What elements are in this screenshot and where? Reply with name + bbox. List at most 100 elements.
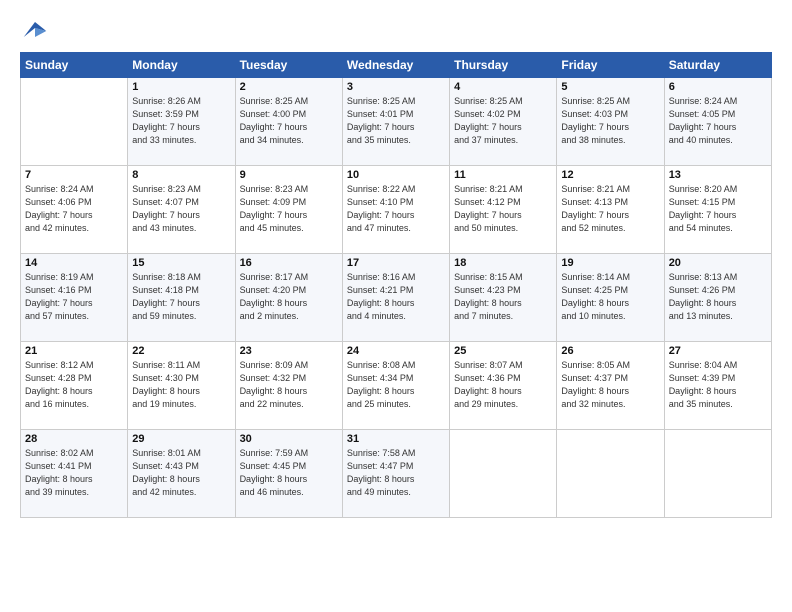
- day-number: 10: [347, 169, 445, 181]
- day-info: Sunrise: 7:58 AMSunset: 4:47 PMDaylight:…: [347, 447, 445, 499]
- day-info: Sunrise: 8:18 AMSunset: 4:18 PMDaylight:…: [132, 271, 230, 323]
- day-info: Sunrise: 8:19 AMSunset: 4:16 PMDaylight:…: [25, 271, 123, 323]
- calendar-cell: 12 Sunrise: 8:21 AMSunset: 4:13 PMDayligh…: [557, 166, 664, 254]
- calendar-cell: 17 Sunrise: 8:16 AMSunset: 4:21 PMDayligh…: [342, 254, 449, 342]
- calendar-cell: 8Sunrise: 8:23 AMSunset: 4:07 PMDaylight…: [128, 166, 235, 254]
- calendar-cell: 5 Sunrise: 8:25 AMSunset: 4:03 PMDaylight…: [557, 78, 664, 166]
- calendar-cell: 14 Sunrise: 8:19 AMSunset: 4:16 PMDayligh…: [21, 254, 128, 342]
- day-info: Sunrise: 8:01 AMSunset: 4:43 PMDaylight:…: [132, 447, 230, 499]
- day-number: 4: [454, 81, 552, 93]
- day-info: Sunrise: 8:20 AMSunset: 4:15 PMDaylight:…: [669, 183, 767, 235]
- day-number: 20: [669, 257, 767, 269]
- calendar-cell: 15 Sunrise: 8:18 AMSunset: 4:18 PMDayligh…: [128, 254, 235, 342]
- day-info: Sunrise: 8:15 AMSunset: 4:23 PMDaylight:…: [454, 271, 552, 323]
- day-info: Sunrise: 8:05 AMSunset: 4:37 PMDaylight:…: [561, 359, 659, 411]
- day-number: 27: [669, 345, 767, 357]
- day-number: 23: [240, 345, 338, 357]
- calendar-week-row: 21 Sunrise: 8:12 AMSunset: 4:28 PMDayligh…: [21, 342, 772, 430]
- day-info: Sunrise: 8:21 AMSunset: 4:13 PMDaylight:…: [561, 183, 659, 235]
- calendar-cell: 28 Sunrise: 8:02 AMSunset: 4:41 PMDayligh…: [21, 430, 128, 518]
- day-info: Sunrise: 8:26 AMSunset: 3:59 PMDaylight:…: [132, 95, 230, 147]
- calendar-cell: 26 Sunrise: 8:05 AMSunset: 4:37 PMDayligh…: [557, 342, 664, 430]
- calendar-week-row: 1 Sunrise: 8:26 AMSunset: 3:59 PMDaylight…: [21, 78, 772, 166]
- day-number: 28: [25, 433, 123, 445]
- page: SundayMondayTuesdayWednesdayThursdayFrid…: [0, 0, 792, 528]
- day-number: 11: [454, 169, 552, 181]
- calendar-cell: [557, 430, 664, 518]
- calendar-cell: 9 Sunrise: 8:23 AMSunset: 4:09 PMDaylight…: [235, 166, 342, 254]
- header-day-thursday: Thursday: [450, 53, 557, 78]
- day-number: 15: [132, 257, 230, 269]
- day-info: Sunrise: 8:04 AMSunset: 4:39 PMDaylight:…: [669, 359, 767, 411]
- calendar-cell: 19Sunrise: 8:14 AMSunset: 4:25 PMDayligh…: [557, 254, 664, 342]
- day-number: 24: [347, 345, 445, 357]
- day-info: Sunrise: 8:13 AMSunset: 4:26 PMDaylight:…: [669, 271, 767, 323]
- day-info: Sunrise: 7:59 AMSunset: 4:45 PMDaylight:…: [240, 447, 338, 499]
- calendar-week-row: 7Sunrise: 8:24 AMSunset: 4:06 PMDaylight…: [21, 166, 772, 254]
- calendar-cell: 31 Sunrise: 7:58 AMSunset: 4:47 PMDayligh…: [342, 430, 449, 518]
- day-info: Sunrise: 8:21 AMSunset: 4:12 PMDaylight:…: [454, 183, 552, 235]
- logo: [20, 16, 54, 46]
- day-info: Sunrise: 8:22 AMSunset: 4:10 PMDaylight:…: [347, 183, 445, 235]
- day-number: 16: [240, 257, 338, 269]
- day-number: 8: [132, 169, 230, 181]
- calendar-cell: [664, 430, 771, 518]
- calendar-cell: 1 Sunrise: 8:26 AMSunset: 3:59 PMDaylight…: [128, 78, 235, 166]
- calendar-week-row: 14 Sunrise: 8:19 AMSunset: 4:16 PMDayligh…: [21, 254, 772, 342]
- day-info: Sunrise: 8:07 AMSunset: 4:36 PMDaylight:…: [454, 359, 552, 411]
- calendar-cell: 24 Sunrise: 8:08 AMSunset: 4:34 PMDayligh…: [342, 342, 449, 430]
- calendar-cell: 18Sunrise: 8:15 AMSunset: 4:23 PMDayligh…: [450, 254, 557, 342]
- calendar-cell: 22 Sunrise: 8:11 AMSunset: 4:30 PMDayligh…: [128, 342, 235, 430]
- day-info: Sunrise: 8:25 AMSunset: 4:01 PMDaylight:…: [347, 95, 445, 147]
- day-info: Sunrise: 8:12 AMSunset: 4:28 PMDaylight:…: [25, 359, 123, 411]
- day-number: 29: [132, 433, 230, 445]
- day-info: Sunrise: 8:16 AMSunset: 4:21 PMDaylight:…: [347, 271, 445, 323]
- day-info: Sunrise: 8:08 AMSunset: 4:34 PMDaylight:…: [347, 359, 445, 411]
- day-number: 26: [561, 345, 659, 357]
- day-info: Sunrise: 8:25 AMSunset: 4:00 PMDaylight:…: [240, 95, 338, 147]
- calendar-cell: 27 Sunrise: 8:04 AMSunset: 4:39 PMDayligh…: [664, 342, 771, 430]
- calendar-week-row: 28 Sunrise: 8:02 AMSunset: 4:41 PMDayligh…: [21, 430, 772, 518]
- day-info: Sunrise: 8:24 AMSunset: 4:06 PMDaylight:…: [25, 183, 123, 235]
- day-info: Sunrise: 8:25 AMSunset: 4:03 PMDaylight:…: [561, 95, 659, 147]
- day-number: 3: [347, 81, 445, 93]
- day-number: 19: [561, 257, 659, 269]
- header-day-monday: Monday: [128, 53, 235, 78]
- day-number: 21: [25, 345, 123, 357]
- day-info: Sunrise: 8:17 AMSunset: 4:20 PMDaylight:…: [240, 271, 338, 323]
- header-day-friday: Friday: [557, 53, 664, 78]
- calendar-cell: 21 Sunrise: 8:12 AMSunset: 4:28 PMDayligh…: [21, 342, 128, 430]
- calendar-cell: 4Sunrise: 8:25 AMSunset: 4:02 PMDaylight…: [450, 78, 557, 166]
- day-number: 22: [132, 345, 230, 357]
- day-info: Sunrise: 8:11 AMSunset: 4:30 PMDaylight:…: [132, 359, 230, 411]
- calendar-cell: 10 Sunrise: 8:22 AMSunset: 4:10 PMDayligh…: [342, 166, 449, 254]
- calendar-cell: 20 Sunrise: 8:13 AMSunset: 4:26 PMDayligh…: [664, 254, 771, 342]
- day-number: 12: [561, 169, 659, 181]
- day-number: 31: [347, 433, 445, 445]
- day-info: Sunrise: 8:02 AMSunset: 4:41 PMDaylight:…: [25, 447, 123, 499]
- calendar-cell: 13 Sunrise: 8:20 AMSunset: 4:15 PMDayligh…: [664, 166, 771, 254]
- day-info: Sunrise: 8:09 AMSunset: 4:32 PMDaylight:…: [240, 359, 338, 411]
- header-day-wednesday: Wednesday: [342, 53, 449, 78]
- day-number: 9: [240, 169, 338, 181]
- day-number: 1: [132, 81, 230, 93]
- calendar-cell: 3 Sunrise: 8:25 AMSunset: 4:01 PMDaylight…: [342, 78, 449, 166]
- calendar-cell: [450, 430, 557, 518]
- day-number: 2: [240, 81, 338, 93]
- day-number: 17: [347, 257, 445, 269]
- calendar-cell: [21, 78, 128, 166]
- calendar-cell: 6Sunrise: 8:24 AMSunset: 4:05 PMDaylight…: [664, 78, 771, 166]
- day-info: Sunrise: 8:23 AMSunset: 4:09 PMDaylight:…: [240, 183, 338, 235]
- day-number: 14: [25, 257, 123, 269]
- calendar-cell: 16 Sunrise: 8:17 AMSunset: 4:20 PMDayligh…: [235, 254, 342, 342]
- calendar-cell: 11 Sunrise: 8:21 AMSunset: 4:12 PMDayligh…: [450, 166, 557, 254]
- calendar-cell: 2 Sunrise: 8:25 AMSunset: 4:00 PMDaylight…: [235, 78, 342, 166]
- day-number: 5: [561, 81, 659, 93]
- calendar-cell: 30Sunrise: 7:59 AMSunset: 4:45 PMDayligh…: [235, 430, 342, 518]
- day-info: Sunrise: 8:24 AMSunset: 4:05 PMDaylight:…: [669, 95, 767, 147]
- calendar-cell: 29 Sunrise: 8:01 AMSunset: 4:43 PMDayligh…: [128, 430, 235, 518]
- header: [20, 16, 772, 46]
- logo-icon: [20, 16, 50, 46]
- calendar-cell: 25Sunrise: 8:07 AMSunset: 4:36 PMDayligh…: [450, 342, 557, 430]
- day-number: 13: [669, 169, 767, 181]
